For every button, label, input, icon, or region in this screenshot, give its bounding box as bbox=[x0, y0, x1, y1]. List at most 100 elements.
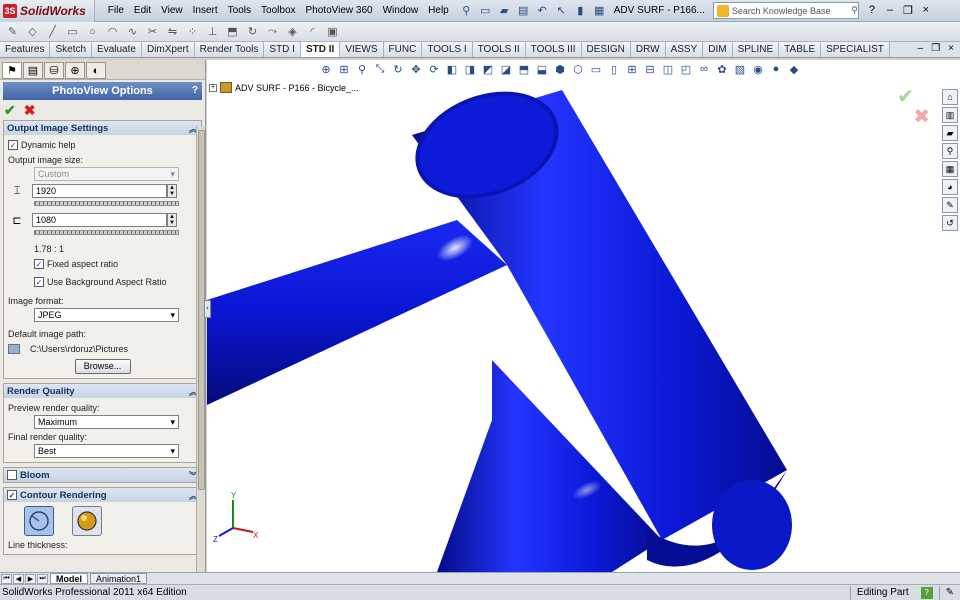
new-document-icon[interactable]: ▭ bbox=[477, 3, 494, 19]
zoom-to-fit-icon[interactable]: ⊕ bbox=[319, 62, 333, 76]
tab-evaluate[interactable]: Evaluate bbox=[92, 42, 142, 57]
trim-icon[interactable]: ✂ bbox=[144, 24, 161, 40]
configuration-manager-icon[interactable]: ⛁ bbox=[44, 62, 64, 79]
render-quality-header[interactable]: Render Quality ︽ bbox=[4, 384, 201, 398]
four-view-icon[interactable]: ⊞ bbox=[625, 62, 639, 76]
help-icon[interactable]: ? bbox=[865, 4, 879, 17]
spline-icon[interactable]: ∿ bbox=[124, 24, 141, 40]
bloom-checkbox[interactable] bbox=[7, 470, 17, 480]
smart-dimension-icon[interactable]: ◇ bbox=[24, 24, 41, 40]
tab-tools-i[interactable]: TOOLS I bbox=[422, 42, 473, 57]
contour-checkbox[interactable]: ✓ bbox=[7, 490, 17, 500]
final-quality-select[interactable]: Best ▾ bbox=[34, 444, 179, 458]
custom-properties-icon[interactable]: ✎ bbox=[942, 197, 958, 213]
view-right-icon[interactable]: ◪ bbox=[499, 62, 513, 76]
prev-tab-icon[interactable]: ◀ bbox=[13, 573, 24, 584]
tab-drw[interactable]: DRW bbox=[630, 42, 666, 57]
shaded-contour-icon[interactable] bbox=[72, 506, 102, 536]
preview-quality-select[interactable]: Maximum ▾ bbox=[34, 415, 179, 429]
single-view-icon[interactable]: ▭ bbox=[589, 62, 603, 76]
tab-tools-iii[interactable]: TOOLS III bbox=[525, 42, 582, 57]
panel-collapse-handle[interactable]: ‹ bbox=[204, 300, 211, 318]
view-palette-icon[interactable]: ▦ bbox=[942, 161, 958, 177]
sketch-icon[interactable]: ✎ bbox=[4, 24, 21, 40]
next-tab-icon[interactable]: ▶ bbox=[25, 573, 36, 584]
height-slider[interactable] bbox=[34, 230, 179, 235]
documents-recovery-icon[interactable]: ↺ bbox=[942, 215, 958, 231]
menu-insert[interactable]: Insert bbox=[188, 0, 223, 22]
tab-specialist[interactable]: SPECIALIST bbox=[821, 42, 890, 57]
revolve-icon[interactable]: ↻ bbox=[244, 24, 261, 40]
minimize-icon[interactable]: – bbox=[883, 4, 897, 17]
loft-icon[interactable]: ◈ bbox=[284, 24, 301, 40]
fixed-aspect-checkbox[interactable]: ✓ bbox=[34, 258, 44, 269]
tab-table[interactable]: TABLE bbox=[779, 42, 822, 57]
width-input[interactable]: 1920 bbox=[32, 184, 167, 198]
confirm-ok-icon[interactable]: ✔ bbox=[897, 84, 914, 109]
menu-file[interactable]: File bbox=[103, 0, 129, 22]
view-back-icon[interactable]: ◨ bbox=[463, 62, 477, 76]
menu-view[interactable]: View bbox=[156, 0, 188, 22]
options-icon[interactable]: ▦ bbox=[591, 3, 608, 19]
tab-views[interactable]: VIEWS bbox=[340, 42, 384, 57]
height-spinner[interactable]: ▲ ▼ bbox=[167, 213, 177, 227]
view-iso-icon[interactable]: ⬢ bbox=[553, 62, 567, 76]
tab-features[interactable]: Features bbox=[0, 42, 51, 57]
tab-spline[interactable]: SPLINE bbox=[732, 42, 780, 57]
render-icon[interactable]: ● bbox=[769, 62, 783, 76]
output-image-settings-header[interactable]: Output Image Settings ︽ bbox=[4, 121, 201, 135]
feature-tree-flyout[interactable]: + ADV SURF - P166 - Bicycle_... bbox=[209, 82, 359, 93]
tab-sketch[interactable]: Sketch bbox=[50, 42, 93, 57]
feature-manager-icon[interactable]: ⚑ bbox=[2, 62, 22, 79]
quick-tips-icon[interactable]: ? bbox=[920, 586, 933, 599]
ok-button[interactable]: ✔ bbox=[4, 102, 16, 119]
tab-dimxpert[interactable]: DimXpert bbox=[141, 42, 195, 57]
last-tab-icon[interactable]: ⏭ bbox=[37, 573, 48, 584]
dimxpert-manager-icon[interactable]: ⊕ bbox=[65, 62, 85, 79]
view-orientation-icon[interactable]: ◫ bbox=[661, 62, 675, 76]
zoom-to-area-icon[interactable]: ⊞ bbox=[337, 62, 351, 76]
menu-toolbox[interactable]: Toolbox bbox=[256, 0, 300, 22]
undo-icon[interactable]: ↶ bbox=[534, 3, 551, 19]
menu-edit[interactable]: Edit bbox=[129, 0, 156, 22]
view-bottom-icon[interactable]: ⬓ bbox=[535, 62, 549, 76]
apply-scene-icon[interactable]: ▧ bbox=[733, 62, 747, 76]
status-pin-icon[interactable]: ✎ bbox=[938, 585, 960, 600]
image-format-select[interactable]: JPEG ▾ bbox=[34, 308, 179, 322]
app-logo[interactable]: 3S SolidWorks bbox=[0, 0, 95, 22]
pin-icon[interactable]: ⚲ bbox=[458, 3, 475, 19]
display-style-icon[interactable]: ◰ bbox=[679, 62, 693, 76]
browse-button[interactable]: Browse... bbox=[74, 359, 131, 374]
doc-minimize-icon[interactable]: – bbox=[918, 43, 924, 54]
pan-icon[interactable]: ✥ bbox=[409, 62, 423, 76]
view-settings-icon[interactable]: ◉ bbox=[751, 62, 765, 76]
tab-std-ii[interactable]: STD II bbox=[300, 42, 341, 57]
open-icon[interactable]: ▰ bbox=[496, 3, 513, 19]
bg-aspect-checkbox[interactable]: ✓ bbox=[34, 276, 44, 287]
expand-icon[interactable]: + bbox=[209, 83, 217, 92]
width-slider[interactable] bbox=[34, 201, 179, 206]
traffic-light-icon[interactable]: ▮ bbox=[572, 3, 589, 19]
height-input[interactable]: 1080 bbox=[32, 213, 167, 227]
tab-animation1[interactable]: Animation1 bbox=[90, 573, 148, 584]
doc-restore-icon[interactable]: ❐ bbox=[931, 43, 940, 54]
mirror-icon[interactable]: ⇋ bbox=[164, 24, 181, 40]
search-icon[interactable]: ⚲ bbox=[851, 5, 858, 16]
confirm-cancel-icon[interactable]: ✖ bbox=[913, 104, 930, 129]
sweep-icon[interactable]: ⤳ bbox=[264, 24, 281, 40]
panel-scrollbar[interactable] bbox=[196, 126, 205, 572]
tab-render-tools[interactable]: Render Tools bbox=[194, 42, 265, 57]
panel-help-icon[interactable]: ? bbox=[192, 82, 198, 100]
first-tab-icon[interactable]: ⏮ bbox=[1, 573, 12, 584]
close-icon[interactable]: × bbox=[919, 4, 933, 17]
extrude-icon[interactable]: ⬒ bbox=[224, 24, 241, 40]
doc-close-icon[interactable]: × bbox=[948, 43, 954, 54]
section-view-icon[interactable]: ⊟ bbox=[643, 62, 657, 76]
hide-show-icon[interactable]: ∞ bbox=[697, 62, 711, 76]
select-icon[interactable]: ↖ bbox=[553, 3, 570, 19]
tab-model[interactable]: Model bbox=[50, 573, 88, 584]
display-manager-icon[interactable]: ◐ bbox=[86, 62, 106, 79]
resources-icon[interactable]: ⌂ bbox=[942, 89, 958, 105]
fillet-icon[interactable]: ◜ bbox=[304, 24, 321, 40]
restore-icon[interactable]: ❐ bbox=[901, 4, 915, 17]
